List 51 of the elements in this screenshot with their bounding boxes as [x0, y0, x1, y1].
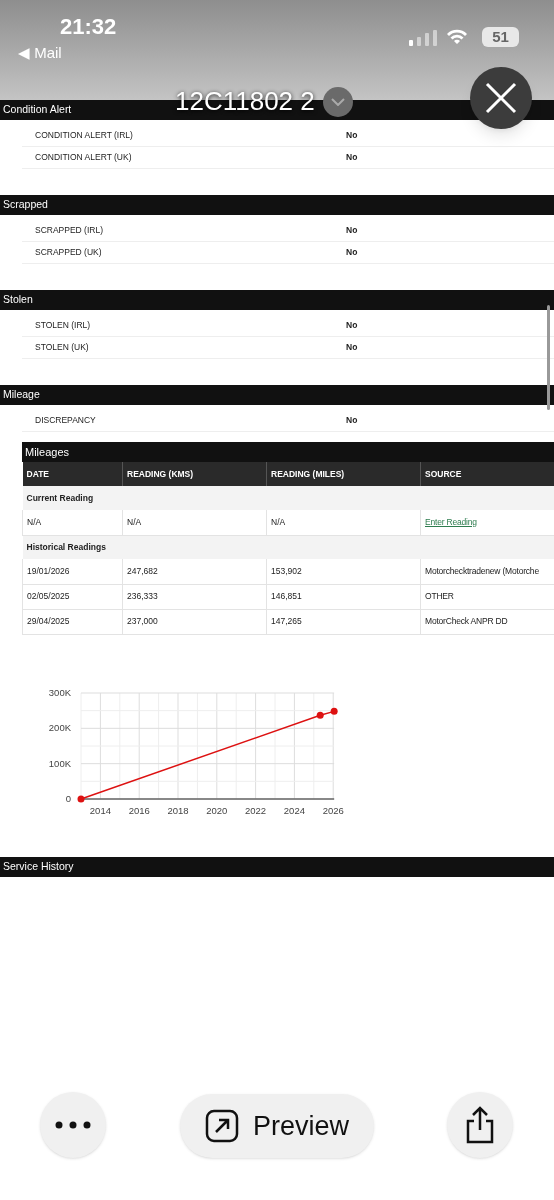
- section-header: Scrapped: [0, 195, 554, 215]
- axis-label: 300K: [48, 686, 71, 698]
- field-label: DISCREPANCY: [34, 414, 97, 427]
- field-value: No: [346, 341, 358, 354]
- axis-label: 2026: [322, 804, 344, 816]
- table-cell: 147,265: [266, 609, 421, 634]
- field-value: No: [346, 129, 358, 142]
- axis-label: 2016: [128, 804, 150, 816]
- table-cell: N/A: [22, 510, 123, 535]
- field-value: No: [346, 414, 358, 427]
- axis-label: 2020: [206, 804, 228, 816]
- table-title: Mileages: [22, 442, 554, 462]
- axis-label: 0: [65, 792, 71, 804]
- table-cell: Motorchecktradenew (Motorche: [420, 559, 554, 584]
- axis-label: 200K: [48, 721, 71, 733]
- field-label: CONDITION ALERT (IRL): [34, 129, 134, 142]
- enter-reading-link[interactable]: Enter Reading: [425, 516, 477, 527]
- table-cell: 236,333: [122, 584, 267, 609]
- field-label: SCRAPPED (UK): [34, 246, 103, 259]
- field-value: No: [346, 246, 358, 259]
- table-cell: 237,000: [122, 609, 267, 634]
- axis-label: 2024: [283, 804, 305, 816]
- field-value: No: [346, 319, 358, 332]
- field-value: No: [346, 224, 358, 237]
- table-cell: N/A: [266, 510, 421, 535]
- table-cell: 29/04/2025: [22, 609, 123, 634]
- table-cell: 247,682: [122, 559, 267, 584]
- table-cell: MotorCheck ANPR DD: [420, 609, 554, 634]
- section-header: Mileage: [0, 385, 554, 405]
- axis-label: 2022: [245, 804, 267, 816]
- preview-button[interactable]: Preview: [180, 1094, 374, 1158]
- table-cell: 19/01/2026: [22, 559, 123, 584]
- table-cell: 153,902: [266, 559, 421, 584]
- table-cell: 146,851: [266, 584, 421, 609]
- axis-label: 100K: [48, 757, 71, 769]
- section-header: Service History: [0, 856, 554, 877]
- field-label: STOLEN (UK): [34, 341, 90, 354]
- clock-time: 21:32: [60, 13, 117, 41]
- section-header: Stolen: [0, 290, 554, 310]
- table-cell: OTHER: [420, 584, 554, 609]
- field-label: STOLEN (IRL): [34, 319, 92, 332]
- group-header: Historical Readings: [22, 535, 554, 559]
- field-label: CONDITION ALERT (UK): [34, 151, 133, 164]
- axis-label: 2018: [167, 804, 189, 816]
- group-header: Current Reading: [22, 486, 554, 510]
- table-cell: N/A: [122, 510, 267, 535]
- field-label: SCRAPPED (IRL): [34, 224, 104, 237]
- axis-label: 2014: [89, 804, 111, 816]
- table-cell: 02/05/2025: [22, 584, 123, 609]
- battery-indicator: 51: [482, 27, 519, 47]
- field-value: No: [346, 151, 358, 164]
